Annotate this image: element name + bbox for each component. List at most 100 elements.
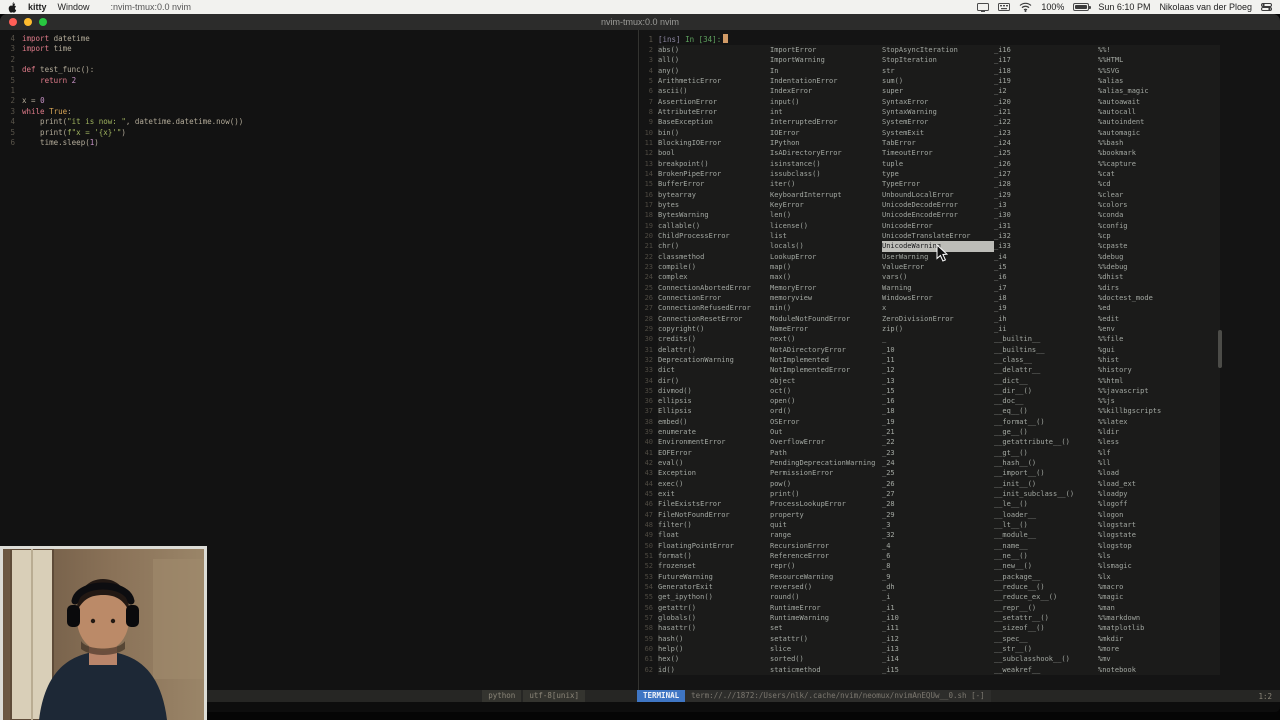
close-button[interactable] xyxy=(9,18,17,26)
completion-item[interactable]: %macro xyxy=(1098,582,1220,592)
completion-item[interactable]: NotImplemented xyxy=(770,355,882,365)
completion-item[interactable]: _i23 xyxy=(994,128,1098,138)
completion-item[interactable]: %%debug xyxy=(1098,262,1220,272)
completion-item[interactable]: frozenset xyxy=(658,561,770,571)
completion-item[interactable]: __getattribute__() xyxy=(994,437,1098,447)
completion-item[interactable]: %cat xyxy=(1098,169,1220,179)
zoom-button[interactable] xyxy=(39,18,47,26)
completion-item[interactable]: format() xyxy=(658,551,770,561)
completion-item[interactable]: embed() xyxy=(658,417,770,427)
completion-item[interactable]: __lt__() xyxy=(994,520,1098,530)
completion-item[interactable]: PermissionError xyxy=(770,468,882,478)
completion-item[interactable]: %magic xyxy=(1098,592,1220,602)
completion-item[interactable]: _13 xyxy=(882,376,994,386)
completion-item[interactable]: set xyxy=(770,623,882,633)
completion-item[interactable]: %alias xyxy=(1098,76,1220,86)
completion-item[interactable]: _i16 xyxy=(994,45,1098,55)
completion-item[interactable]: quit xyxy=(770,520,882,530)
completion-item[interactable]: _i14 xyxy=(882,654,994,664)
completion-item[interactable]: KeyboardInterrupt xyxy=(770,190,882,200)
completion-item[interactable]: __sizeof__() xyxy=(994,623,1098,633)
completion-item[interactable]: _i3 xyxy=(994,200,1098,210)
completion-item[interactable]: __hash__() xyxy=(994,458,1098,468)
completion-item[interactable]: UnicodeError xyxy=(882,221,994,231)
completion-item[interactable]: x xyxy=(882,303,994,313)
menu-item-window[interactable]: Window xyxy=(58,2,90,12)
completion-item[interactable]: _25 xyxy=(882,468,994,478)
completion-item[interactable]: compile() xyxy=(658,262,770,272)
completion-item[interactable]: property xyxy=(770,510,882,520)
completion-item[interactable]: %ed xyxy=(1098,303,1220,313)
completion-item[interactable]: filter() xyxy=(658,520,770,530)
completion-item[interactable]: complex xyxy=(658,272,770,282)
completion-item[interactable]: Path xyxy=(770,448,882,458)
completion-item[interactable]: eval() xyxy=(658,458,770,468)
completion-item[interactable]: %lf xyxy=(1098,448,1220,458)
completion-item[interactable]: ZeroDivisionError xyxy=(882,314,994,324)
completion-item[interactable]: _i2 xyxy=(994,86,1098,96)
completion-item[interactable]: _28 xyxy=(882,499,994,509)
completion-item[interactable]: IOError xyxy=(770,128,882,138)
completion-item[interactable]: ChildProcessError xyxy=(658,231,770,241)
completion-item[interactable]: UnicodeDecodeError xyxy=(882,200,994,210)
completion-item[interactable]: callable() xyxy=(658,221,770,231)
display-icon[interactable] xyxy=(977,2,990,12)
completion-item[interactable]: %ll xyxy=(1098,458,1220,468)
completion-item[interactable]: _9 xyxy=(882,572,994,582)
completion-item[interactable]: __str__() xyxy=(994,644,1098,654)
completion-item[interactable]: classmethod xyxy=(658,252,770,262)
completion-item[interactable]: %mv xyxy=(1098,654,1220,664)
completion-item[interactable]: ProcessLookupError xyxy=(770,499,882,509)
completion-item[interactable]: _i32 xyxy=(994,231,1098,241)
completion-item[interactable]: dict xyxy=(658,365,770,375)
completion-item[interactable]: pow() xyxy=(770,479,882,489)
completion-item[interactable]: %mkdir xyxy=(1098,634,1220,644)
completion-item[interactable]: %matplotlib xyxy=(1098,623,1220,633)
completion-item[interactable]: __subclasshook__() xyxy=(994,654,1098,664)
completion-item[interactable]: IndexError xyxy=(770,86,882,96)
menu-clock[interactable]: Sun 6:10 PM xyxy=(1098,2,1150,12)
completion-item[interactable]: BytesWarning xyxy=(658,210,770,220)
completion-item[interactable]: %logon xyxy=(1098,510,1220,520)
completion-item[interactable]: _19 xyxy=(882,417,994,427)
completion-item[interactable]: %config xyxy=(1098,221,1220,231)
completion-item[interactable]: int xyxy=(770,107,882,117)
completion-item[interactable]: %load_ext xyxy=(1098,479,1220,489)
completion-item[interactable]: max() xyxy=(770,272,882,282)
completion-item[interactable]: Out xyxy=(770,427,882,437)
completion-item[interactable]: _32 xyxy=(882,530,994,540)
completion-item[interactable]: list xyxy=(770,231,882,241)
completion-item[interactable]: %automagic xyxy=(1098,128,1220,138)
completion-item[interactable]: _i28 xyxy=(994,179,1098,189)
completion-item[interactable]: _i25 xyxy=(994,148,1098,158)
completion-item[interactable]: bytearray xyxy=(658,190,770,200)
completion-item[interactable]: %ldir xyxy=(1098,427,1220,437)
completion-item[interactable]: _i20 xyxy=(994,97,1098,107)
completion-item[interactable]: %%SVG xyxy=(1098,66,1220,76)
completion-item[interactable]: all() xyxy=(658,55,770,65)
completion-item[interactable]: __eq__() xyxy=(994,406,1098,416)
completion-item[interactable]: map() xyxy=(770,262,882,272)
completion-item[interactable]: TabError xyxy=(882,138,994,148)
completion-item[interactable]: _15 xyxy=(882,386,994,396)
completion-item[interactable]: %bookmark xyxy=(1098,148,1220,158)
completion-item[interactable]: __class__ xyxy=(994,355,1098,365)
completion-item[interactable]: ascii() xyxy=(658,86,770,96)
completion-item[interactable]: enumerate xyxy=(658,427,770,437)
completion-item[interactable]: __format__() xyxy=(994,417,1098,427)
completion-item[interactable]: %autocall xyxy=(1098,107,1220,117)
completion-item[interactable]: AttributeError xyxy=(658,107,770,117)
completion-item[interactable]: float xyxy=(658,530,770,540)
completion-item[interactable]: _i18 xyxy=(994,66,1098,76)
keyboard-icon[interactable] xyxy=(998,3,1011,11)
completion-item[interactable]: __builtins__ xyxy=(994,345,1098,355)
completion-item[interactable]: sorted() xyxy=(770,654,882,664)
battery-icon[interactable] xyxy=(1073,3,1092,11)
completion-item[interactable]: %autoindent xyxy=(1098,117,1220,127)
completion-item[interactable]: _i5 xyxy=(994,262,1098,272)
completion-item[interactable]: id() xyxy=(658,665,770,675)
completion-item[interactable]: _11 xyxy=(882,355,994,365)
completion-item[interactable]: __builtin__ xyxy=(994,334,1098,344)
minimize-button[interactable] xyxy=(24,18,32,26)
completion-item[interactable]: IsADirectoryError xyxy=(770,148,882,158)
